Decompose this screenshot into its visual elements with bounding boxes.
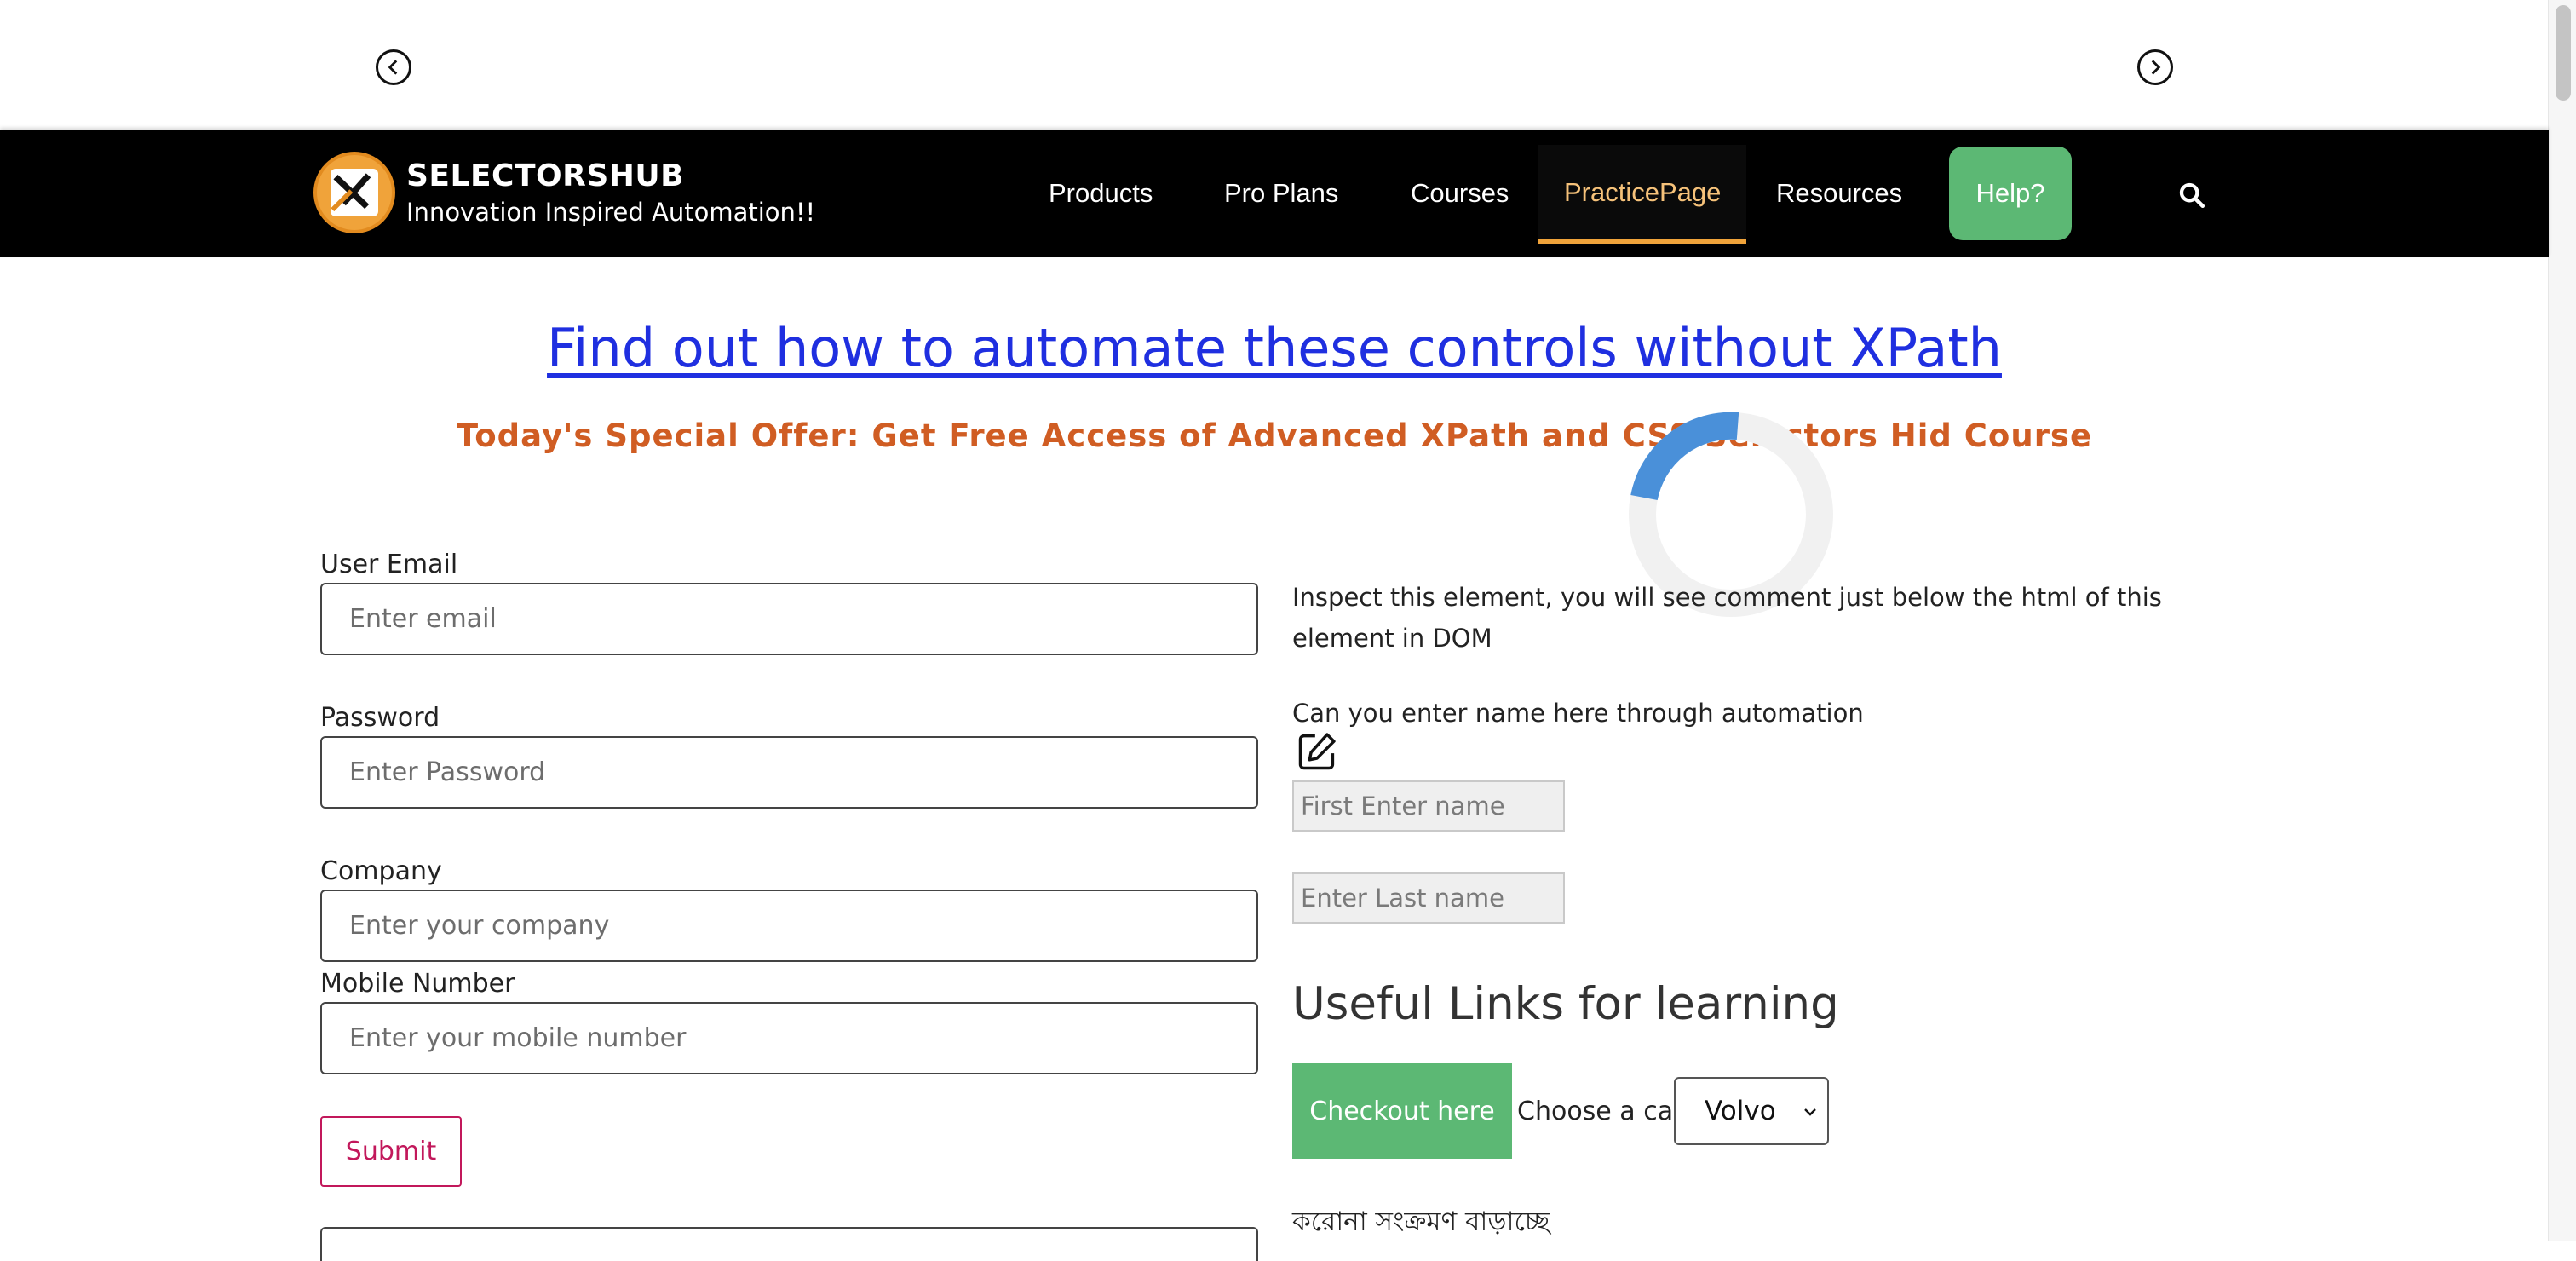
mobile-number-label: Mobile Number xyxy=(320,969,515,999)
scrollbar-thumb[interactable] xyxy=(2556,5,2571,101)
chevron-left-icon xyxy=(388,60,398,75)
slider-next-button[interactable] xyxy=(2137,49,2173,85)
logo-x-icon xyxy=(331,173,371,212)
car-selected-value: Volvo xyxy=(1705,1096,1776,1126)
nav-resources[interactable]: Resources xyxy=(1776,130,1902,257)
user-email-input[interactable] xyxy=(320,583,1258,655)
brand-logo[interactable] xyxy=(313,152,395,233)
bengali-text: করোনা সংক্রমণ বাড়াচ্ছে xyxy=(1292,1206,1550,1237)
brand-name[interactable]: SELECTORSHUB xyxy=(406,158,684,193)
last-name-input[interactable] xyxy=(1292,872,1565,924)
checkout-button[interactable]: Checkout here xyxy=(1292,1063,1512,1159)
nav-practice-page[interactable]: PracticePage xyxy=(1538,145,1747,244)
password-input[interactable] xyxy=(320,736,1258,809)
edit-icon[interactable] xyxy=(1295,729,1339,774)
special-offer-text[interactable]: Today's Special Offer: Get Free Access o… xyxy=(0,417,2549,454)
page-scrollbar[interactable] xyxy=(2548,0,2576,1241)
car-select[interactable]: Volvo xyxy=(1674,1077,1829,1145)
nav-pro-plans[interactable]: Pro Plans xyxy=(1224,130,1338,257)
first-name-input[interactable] xyxy=(1292,780,1565,832)
nav-courses[interactable]: Courses xyxy=(1411,130,1509,257)
brand-tagline: Innovation Inspired Automation!! xyxy=(406,198,816,227)
help-button[interactable]: Help? xyxy=(1949,147,2072,240)
next-form-input[interactable] xyxy=(320,1227,1258,1261)
choose-car-label: Choose a car: xyxy=(1517,1097,1693,1126)
useful-links-heading: Useful Links for learning xyxy=(1292,978,1839,1030)
submit-button[interactable]: Submit xyxy=(320,1116,462,1187)
site-navbar: SELECTORSHUB Innovation Inspired Automat… xyxy=(0,130,2549,257)
chevron-right-icon xyxy=(2151,60,2161,75)
inspect-element-text: Inspect this element, you will see comme… xyxy=(1292,583,2162,653)
search-icon[interactable] xyxy=(2177,181,2206,210)
user-email-label: User Email xyxy=(320,550,458,579)
company-input[interactable] xyxy=(320,890,1258,962)
company-label: Company xyxy=(320,856,442,886)
mobile-number-input[interactable] xyxy=(320,1002,1258,1074)
enter-name-prompt: Can you enter name here through automati… xyxy=(1292,699,1864,728)
nav-products[interactable]: Products xyxy=(1049,130,1153,257)
slider-prev-button[interactable] xyxy=(376,49,411,85)
password-label: Password xyxy=(320,703,440,733)
automate-controls-link[interactable]: Find out how to automate these controls … xyxy=(0,317,2549,379)
chevron-down-icon xyxy=(1804,1108,1816,1116)
